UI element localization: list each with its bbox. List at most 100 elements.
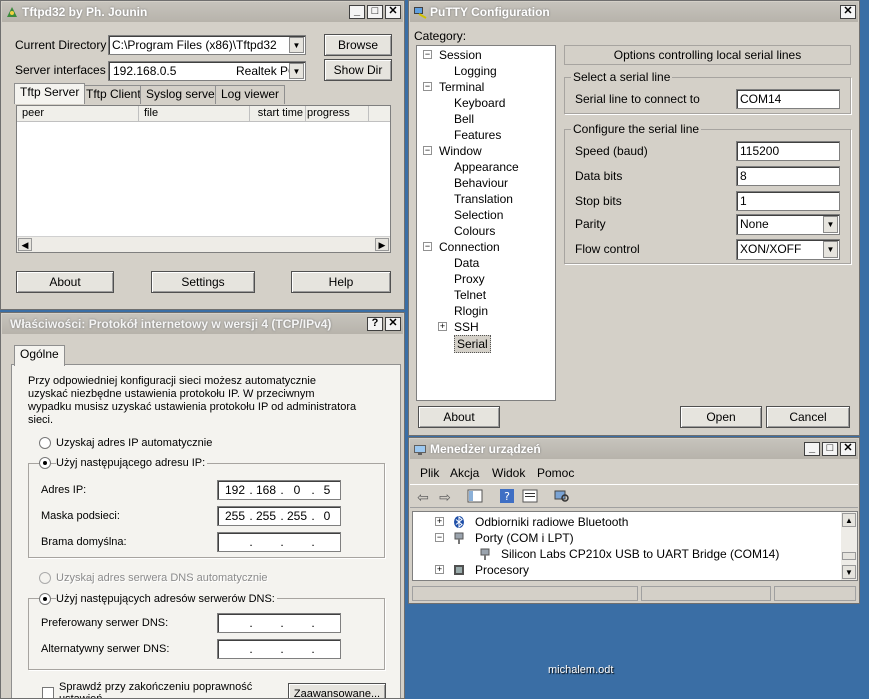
minimize-button[interactable]: _ [804,442,820,456]
tftpd-about-button[interactable]: About [16,271,114,293]
menu-help[interactable]: Pomoc [537,466,574,480]
flow-control-select[interactable]: XON/XOFF ▼ [736,239,840,260]
help-icon[interactable]: ? [498,488,516,506]
preferred-dns-field[interactable]: ... [217,613,341,633]
category-tree[interactable]: − Session Logging − Terminal Keyboard Bell Feat… [416,45,556,401]
alternate-dns-field[interactable]: ... [217,639,341,659]
close-button[interactable]: ✕ [385,5,401,19]
server-interfaces-combo[interactable]: 192.168.0.5 Realtek PC ▼ [108,61,306,81]
ip-address-field[interactable]: 192. 168. 0. 5 [217,480,341,500]
devmgr-titlebar[interactable]: Menedżer urządzeń _ □ ✕ [410,439,858,459]
expand-icon[interactable]: + [435,517,444,526]
ip-octet: 168 [255,483,277,497]
collapse-icon[interactable]: − [423,242,432,251]
help-button[interactable]: ? [367,317,383,331]
putty-cancel-button[interactable]: Cancel [766,406,850,428]
desktop-file-label[interactable]: michalem.odt [548,664,613,676]
chevron-down-icon[interactable]: ▼ [823,241,838,258]
back-arrow-icon[interactable]: ⇦ [414,488,432,506]
putty-title: PuTTY Configuration [430,5,550,19]
putty-about-button[interactable]: About [418,406,500,428]
scroll-left-arrow-icon[interactable]: ◀ [18,238,32,251]
validate-checkbox[interactable] [42,687,54,698]
intro-text: Przy odpowiedniej konfiguracji sieci moż… [28,375,357,426]
column-header-peer[interactable]: peer [22,107,137,119]
auto-ip-label[interactable]: Uzyskaj adres IP automatycznie [56,437,212,449]
expand-icon[interactable]: + [438,322,447,331]
ipv4-titlebar[interactable]: Właściwości: Protokół internetowy w wers… [2,314,403,334]
manual-ip-radio[interactable] [39,457,51,469]
tab-general[interactable]: Ogólne [14,345,65,366]
manual-dns-label[interactable]: Użyj następujących adresów serwerów DNS: [56,593,277,605]
menu-view[interactable]: Widok [492,466,525,480]
menu-file[interactable]: Plik [420,466,439,480]
transfers-list[interactable]: peer file start time progress ◀ ▶ [16,105,391,253]
maximize-button[interactable]: □ [367,5,383,19]
column-header-start-time[interactable]: start time [243,107,303,119]
close-button[interactable]: ✕ [840,442,856,456]
device-tree[interactable]: ▲ ▼ + Odbiorniki radiowe Bluetooth − Porty … [412,511,858,581]
manual-dns-radio[interactable] [39,593,51,605]
tab-syslog-server[interactable]: Syslog server [140,85,225,104]
tree-item-label: Rlogin [454,304,489,318]
ip-dot: . [311,616,315,630]
validate-label[interactable]: Sprawdź przy zakończeniu poprawność usta… [59,681,284,698]
tab-log-viewer[interactable]: Log viewer [215,85,286,104]
close-button[interactable]: ✕ [840,5,856,19]
auto-ip-radio[interactable] [39,437,51,449]
collapse-icon[interactable]: − [423,50,432,59]
tree-item-label: Window [439,144,482,158]
collapse-icon[interactable]: − [435,533,444,542]
tftpd-titlebar[interactable]: Tftpd32 by Ph. Jounin _ □ ✕ [2,2,403,22]
expand-icon[interactable]: + [435,565,444,574]
tab-tftp-server[interactable]: Tftp Server [14,83,86,104]
browse-button[interactable]: Browse [324,34,392,56]
scan-hardware-icon[interactable] [553,488,571,506]
chevron-down-icon[interactable]: ▼ [289,37,304,53]
show-hide-tree-icon[interactable] [466,488,484,506]
serial-line-input[interactable]: COM14 [736,89,840,109]
show-dir-button[interactable]: Show Dir [324,59,392,81]
horizontal-scrollbar[interactable]: ◀ ▶ [17,236,390,252]
tftpd-app-icon [7,7,17,17]
collapse-icon[interactable]: − [423,82,432,91]
select-serial-group-title: Select a serial line [571,70,673,84]
tftpd-settings-button[interactable]: Settings [151,271,255,293]
menu-action[interactable]: Akcja [450,466,479,480]
properties-icon[interactable] [521,488,539,506]
subnet-mask-field[interactable]: 255. 255. 255. 0 [217,506,341,526]
scroll-thumb[interactable] [842,552,856,560]
status-pane [412,586,638,601]
tree-item-label: Serial [454,335,491,353]
stop-bits-input[interactable]: 1 [736,191,840,211]
column-header-file[interactable]: file [144,107,158,119]
tab-tftp-client[interactable]: Tftp Client [80,85,147,104]
manual-ip-label[interactable]: Użyj następującego adresu IP: [56,457,208,469]
advanced-button[interactable]: Zaawansowane... [288,683,386,698]
tree-item-label: Logging [454,64,497,78]
data-bits-input[interactable]: 8 [736,166,840,186]
scroll-right-arrow-icon[interactable]: ▶ [375,238,389,251]
current-dir-combo[interactable]: C:\Program Files (x86)\Tftpd32 ▼ [108,35,306,55]
forward-arrow-icon[interactable]: ⇨ [436,488,454,506]
putty-titlebar[interactable]: PuTTY Configuration ✕ [410,2,858,22]
column-header-progress[interactable]: progress [307,107,350,119]
scroll-down-arrow-icon[interactable]: ▼ [842,565,856,579]
maximize-button[interactable]: □ [822,442,838,456]
scroll-up-arrow-icon[interactable]: ▲ [842,513,856,527]
putty-open-button[interactable]: Open [680,406,762,428]
status-bar [410,584,858,602]
preferred-dns-label: Preferowany serwer DNS: [41,617,169,629]
tree-item-label: Keyboard [454,96,506,110]
chevron-down-icon[interactable]: ▼ [289,63,304,79]
parity-select[interactable]: None ▼ [736,214,840,235]
close-button[interactable]: ✕ [385,317,401,331]
speed-input[interactable]: 115200 [736,141,840,161]
ip-address-label: Adres IP: [41,484,87,496]
minimize-button[interactable]: _ [349,5,365,19]
collapse-icon[interactable]: − [423,146,432,155]
vertical-scrollbar[interactable]: ▲ ▼ [841,512,857,580]
chevron-down-icon[interactable]: ▼ [823,216,838,233]
gateway-field[interactable]: ... [217,532,341,552]
tftpd-help-button[interactable]: Help [291,271,391,293]
